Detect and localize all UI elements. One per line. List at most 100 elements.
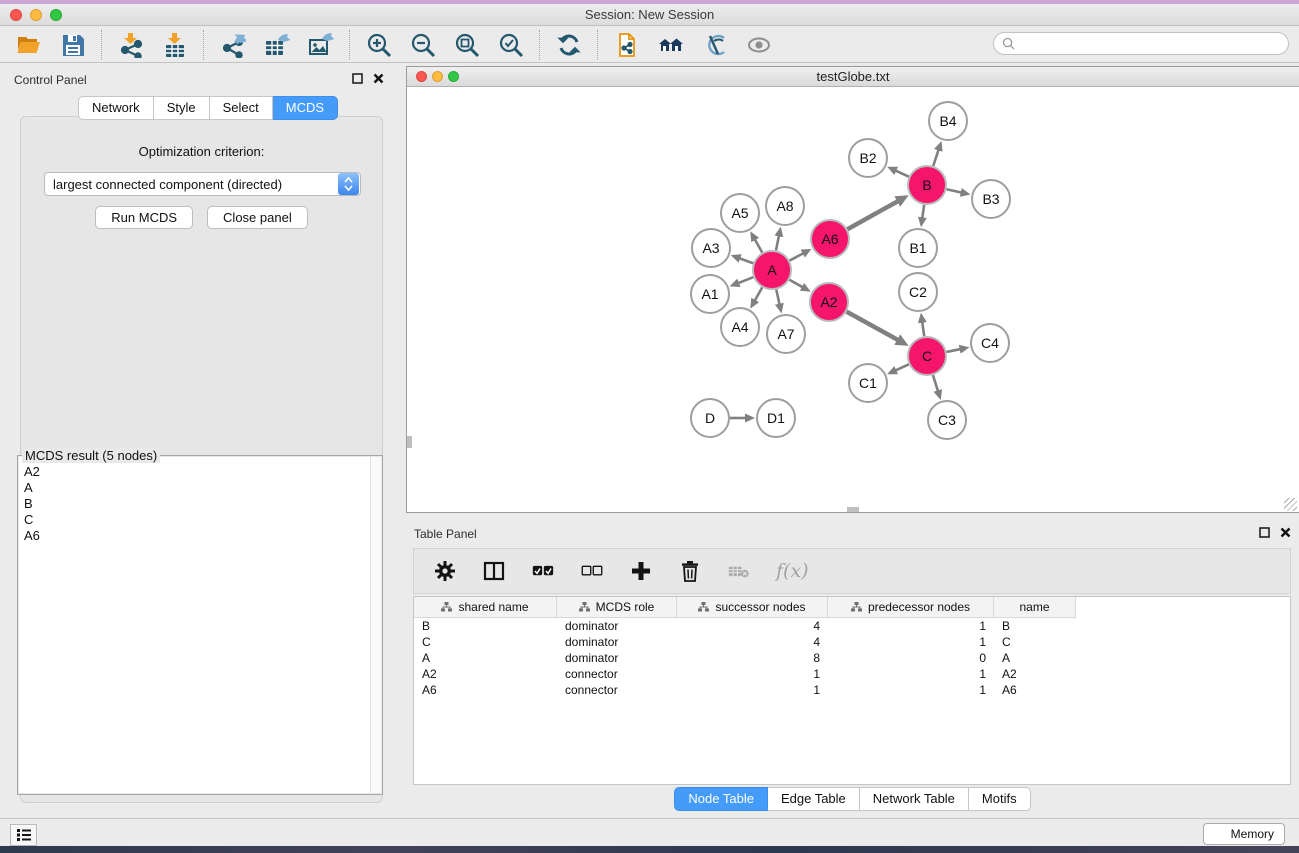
- graph-edge[interactable]: [739, 258, 753, 263]
- close-network-button[interactable]: [416, 71, 427, 82]
- tab-style[interactable]: Style: [154, 96, 210, 120]
- hide-details-icon[interactable]: [701, 31, 728, 58]
- close-panel-icon[interactable]: [373, 73, 384, 84]
- export-image-icon[interactable]: [307, 31, 334, 58]
- close-table-panel-icon[interactable]: [1280, 527, 1291, 538]
- list-icon: [16, 828, 32, 842]
- zoom-fit-icon[interactable]: [453, 31, 480, 58]
- network-graph[interactable]: B4B2BB3A8A5A6A3B1AA1C2A2A4A7C4CC1C3DD1: [407, 87, 1298, 512]
- graph-edge[interactable]: [738, 277, 753, 283]
- refresh-icon[interactable]: [555, 31, 582, 58]
- table-row[interactable]: Adominator80A: [414, 650, 1290, 666]
- column-header-shared-name[interactable]: shared name: [414, 597, 557, 618]
- column-header-name[interactable]: name: [994, 597, 1076, 618]
- graph-edge[interactable]: [776, 290, 779, 305]
- table-cell: connector: [557, 682, 677, 698]
- network-file-icon[interactable]: [613, 31, 640, 58]
- graph-edge[interactable]: [789, 280, 802, 288]
- table-row[interactable]: A2connector11A2: [414, 666, 1290, 682]
- table-settings-icon[interactable]: [433, 559, 457, 583]
- close-panel-button[interactable]: Close panel: [207, 206, 308, 229]
- run-mcds-button[interactable]: Run MCDS: [95, 206, 193, 229]
- float-table-panel-icon[interactable]: [1259, 527, 1270, 538]
- import-network-icon[interactable]: [117, 31, 144, 58]
- tab-node-table[interactable]: Node Table: [674, 787, 768, 811]
- graph-edge[interactable]: [847, 201, 898, 229]
- zoom-out-icon[interactable]: [409, 31, 436, 58]
- search-input[interactable]: [1019, 34, 1288, 53]
- graph-edge[interactable]: [895, 364, 909, 370]
- table-cell: 1: [828, 666, 994, 682]
- table-row[interactable]: A6connector11A6: [414, 682, 1290, 698]
- table-row[interactable]: Cdominator41C: [414, 634, 1290, 650]
- import-table-icon[interactable]: [161, 31, 188, 58]
- minimize-window-button[interactable]: [30, 9, 42, 21]
- minimize-network-button[interactable]: [432, 71, 443, 82]
- search-icon: [1002, 37, 1015, 50]
- network-window-titlebar[interactable]: testGlobe.txt: [407, 67, 1299, 87]
- tab-select[interactable]: Select: [210, 96, 273, 120]
- zoom-in-icon[interactable]: [365, 31, 392, 58]
- zoom-selected-icon[interactable]: [497, 31, 524, 58]
- graph-node-label: A: [767, 262, 777, 278]
- home-icon[interactable]: [657, 31, 684, 58]
- table-cell: 8: [677, 650, 828, 666]
- delete-column-icon[interactable]: [678, 559, 702, 583]
- tab-network[interactable]: Network: [78, 96, 154, 120]
- graph-edge[interactable]: [933, 150, 938, 166]
- close-window-button[interactable]: [10, 9, 22, 21]
- result-scrollbar[interactable]: [370, 457, 381, 793]
- table-cell: B: [414, 618, 557, 634]
- add-column-icon[interactable]: [629, 559, 653, 583]
- graph-node-label: A3: [702, 240, 719, 256]
- column-header-predecessor-nodes[interactable]: predecessor nodes: [828, 597, 994, 618]
- task-history-button[interactable]: [10, 824, 37, 846]
- float-panel-icon[interactable]: [352, 73, 363, 84]
- criterion-select[interactable]: largest connected component (directed): [44, 172, 361, 196]
- select-all-icon[interactable]: [531, 559, 555, 583]
- export-table-icon[interactable]: [263, 31, 290, 58]
- control-panel-title: Control Panel: [6, 66, 392, 87]
- delete-table-icon[interactable]: [727, 559, 751, 583]
- graph-edge[interactable]: [790, 253, 804, 260]
- network-canvas[interactable]: B4B2BB3A8A5A6A3B1AA1C2A2A4A7C4CC1C3DD1: [407, 87, 1298, 512]
- table-cell: dominator: [557, 618, 677, 634]
- zoom-window-button[interactable]: [50, 9, 62, 21]
- column-header-successor-nodes[interactable]: successor nodes: [677, 597, 828, 618]
- zoom-network-button[interactable]: [448, 71, 459, 82]
- export-network-icon[interactable]: [219, 31, 246, 58]
- graph-edge[interactable]: [755, 287, 763, 300]
- tab-motifs[interactable]: Motifs: [969, 787, 1031, 811]
- tab-edge-table[interactable]: Edge Table: [768, 787, 860, 811]
- result-item: A2: [24, 464, 376, 480]
- table-panel: Table Panel f(x) shared nameMCDS rolesuc…: [406, 520, 1299, 816]
- graph-edge[interactable]: [947, 349, 961, 352]
- open-file-icon[interactable]: [15, 31, 42, 58]
- eye-icon[interactable]: [745, 31, 772, 58]
- graph-edge[interactable]: [922, 205, 924, 219]
- save-session-icon[interactable]: [59, 31, 86, 58]
- tab-network-table[interactable]: Network Table: [860, 787, 969, 811]
- graph-edge[interactable]: [776, 235, 779, 250]
- horizontal-scrollbar-thumb[interactable]: [847, 507, 859, 512]
- column-header-MCDS-role[interactable]: MCDS role: [557, 597, 677, 618]
- graph-edge[interactable]: [933, 375, 938, 391]
- resize-grip[interactable]: [1284, 498, 1297, 511]
- table-cell: A2: [414, 666, 557, 682]
- graph-edge[interactable]: [847, 312, 899, 340]
- graph-edge[interactable]: [947, 189, 962, 192]
- graph-node-label: D1: [767, 410, 785, 426]
- deselect-all-icon[interactable]: [580, 559, 604, 583]
- criterion-select-value: largest connected component (directed): [45, 177, 338, 192]
- memory-button[interactable]: Memory: [1203, 823, 1285, 845]
- table-cell: 4: [677, 634, 828, 650]
- graph-edge[interactable]: [922, 322, 924, 336]
- network-view-window: testGlobe.txt B4B2BB3A8A5A6A3B1AA1C2A2A4…: [406, 66, 1299, 513]
- table-row[interactable]: Bdominator41B: [414, 618, 1290, 634]
- tab-mcds[interactable]: MCDS: [273, 96, 338, 120]
- graph-edge[interactable]: [755, 239, 763, 252]
- graph-edge[interactable]: [895, 170, 909, 176]
- vertical-scrollbar-thumb[interactable]: [407, 436, 412, 448]
- function-builder-icon[interactable]: f(x): [776, 560, 809, 582]
- column-view-icon[interactable]: [482, 559, 506, 583]
